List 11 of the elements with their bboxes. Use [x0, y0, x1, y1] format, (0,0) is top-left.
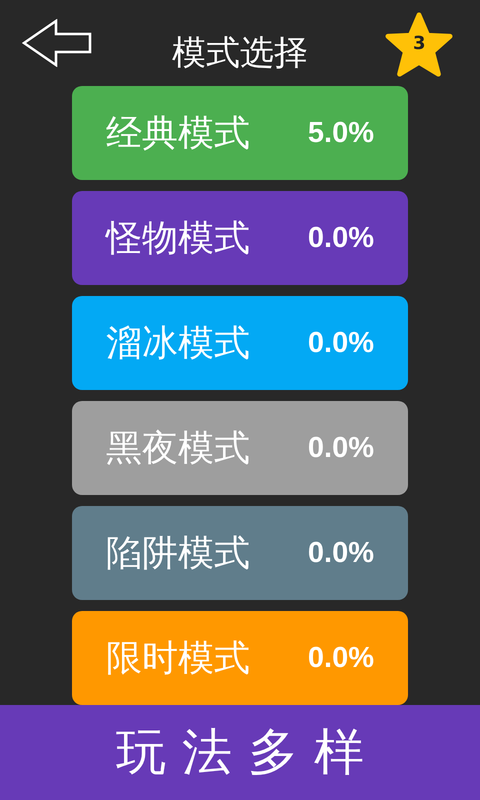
mode-button[interactable]: 经典模式 5.0%	[72, 86, 408, 180]
mode-button[interactable]: 陷阱模式 0.0%	[72, 506, 408, 600]
mode-button[interactable]: 溜冰模式 0.0%	[72, 296, 408, 390]
star-count: 3	[413, 33, 426, 54]
star-icon	[384, 12, 454, 78]
screen-title: 模式选择	[172, 32, 308, 75]
back-arrow-icon[interactable]	[22, 19, 94, 67]
banner: 玩 法 多 样	[0, 705, 480, 800]
mode-button[interactable]: 怪物模式 0.0%	[72, 191, 408, 285]
mode-button[interactable]: 黑夜模式 0.0%	[72, 401, 408, 495]
mode-button[interactable]: 限时模式 0.0%	[72, 611, 408, 705]
